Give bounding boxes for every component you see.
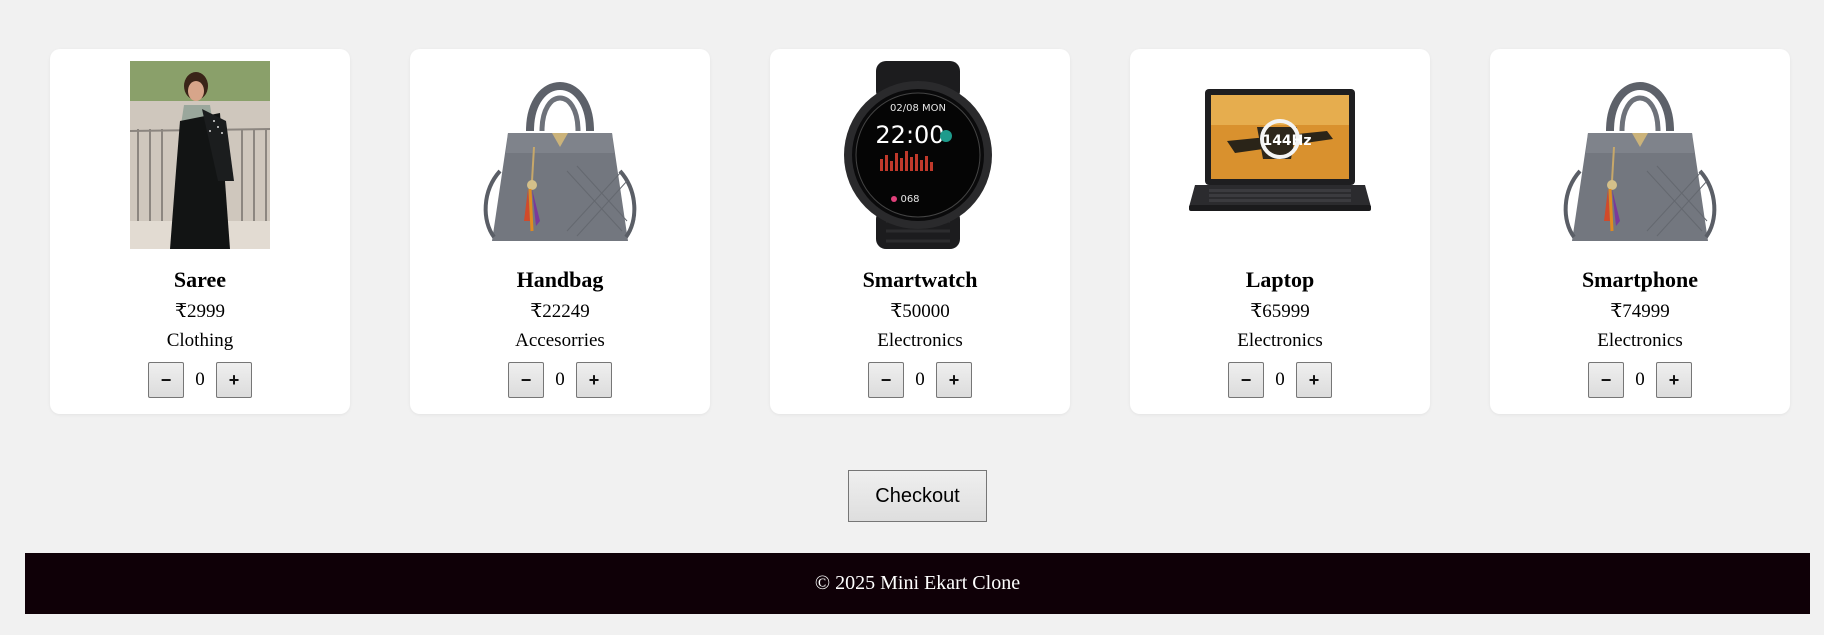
product-card-handbag: Handbag ₹22249 Accesorries − 0 + [410,49,710,414]
product-name: Laptop [1245,267,1315,292]
product-grid: Saree ₹2999 Clothing − 0 + Handbag ₹2224… [50,49,1790,414]
product-name: Saree [173,267,227,292]
quantity-value: 0 [195,369,205,390]
smartwatch-photo: 02/08 MON 22:00 068 [844,61,992,249]
product-name: Smartphone [1581,267,1699,292]
increment-button[interactable]: + [216,362,252,398]
quantity-stepper: − 0 + [1588,362,1692,398]
quantity-value: 0 [915,369,925,390]
increment-button[interactable]: + [1296,362,1332,398]
footer: © 2025 Mini Ekart Clone [25,553,1810,614]
product-category: Electronics [1597,330,1683,351]
quantity-stepper: − 0 + [868,362,972,398]
decrement-button[interactable]: − [868,362,904,398]
decrement-button[interactable]: − [148,362,184,398]
product-image-laptop: 144Hz [1185,61,1375,249]
quantity-value: 0 [1275,369,1285,390]
laptop-screen-badge: 144Hz [1262,133,1311,149]
decrement-button[interactable]: − [508,362,544,398]
product-name: Smartwatch [862,267,978,292]
decrement-button[interactable]: − [1588,362,1624,398]
product-price: ₹22249 [530,301,590,322]
watch-time: 22:00 [875,121,944,149]
checkout-button[interactable]: Checkout [848,470,987,522]
watch-date: 02/08 MON [890,103,946,114]
product-price: ₹50000 [890,301,950,322]
product-price: ₹2999 [174,301,226,322]
decrement-button[interactable]: − [1228,362,1264,398]
quantity-value: 0 [555,369,565,390]
handbag-photo [1563,82,1717,241]
increment-button[interactable]: + [936,362,972,398]
product-image-smartwatch: 02/08 MON 22:00 068 [825,61,1015,249]
increment-button[interactable]: + [1656,362,1692,398]
product-card-laptop: 144Hz Laptop ₹65999 Electronics − 0 + [1130,49,1430,414]
product-category: Accesorries [515,330,605,351]
product-card-smartwatch: 02/08 MON 22:00 068 Smartwatch ₹50000 El… [770,49,1070,414]
quantity-stepper: − 0 + [1228,362,1332,398]
product-image-saree [105,61,295,249]
product-card-saree: Saree ₹2999 Clothing − 0 + [50,49,350,414]
product-name: Handbag [516,267,604,292]
product-image-smartphone [1545,61,1735,249]
product-category: Electronics [1237,330,1323,351]
quantity-value: 0 [1635,369,1645,390]
increment-button[interactable]: + [576,362,612,398]
product-image-handbag [465,61,655,249]
product-card-smartphone: Smartphone ₹74999 Electronics − 0 + [1490,49,1790,414]
handbag-photo [483,82,637,241]
product-price: ₹74999 [1610,301,1670,322]
quantity-stepper: − 0 + [148,362,252,398]
quantity-stepper: − 0 + [508,362,612,398]
watch-heart-rate: 068 [900,194,919,205]
product-category: Electronics [877,330,963,351]
saree-photo [130,61,270,249]
product-category: Clothing [166,330,234,351]
footer-text: © 2025 Mini Ekart Clone [814,572,1021,594]
laptop-photo: 144Hz [1189,89,1371,211]
product-price: ₹65999 [1250,301,1310,322]
